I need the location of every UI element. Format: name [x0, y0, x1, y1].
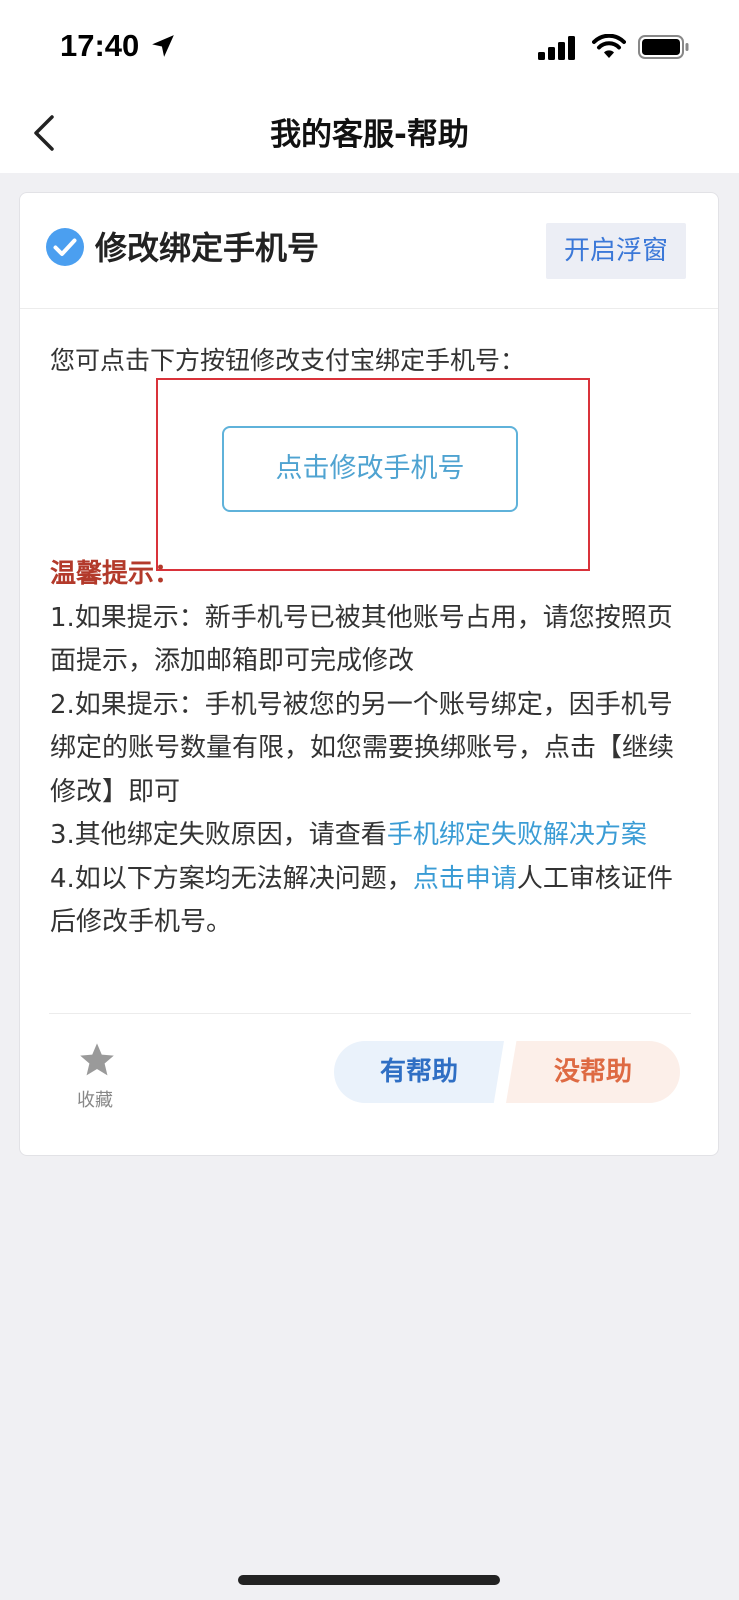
check-circle-icon: [46, 228, 84, 266]
wifi-icon: [592, 34, 626, 58]
home-indicator: [238, 1575, 500, 1585]
tip-3-text: 3.其他绑定失败原因，请查看: [50, 820, 387, 850]
status-bar: 17:40: [0, 0, 739, 95]
tips-title: 温馨提示：: [50, 559, 181, 589]
modify-phone-button[interactable]: 点击修改手机号: [222, 426, 518, 512]
tip-4-text: 4.如以下方案均无法解决问题，: [50, 863, 413, 894]
card-title: 修改绑定手机号: [95, 229, 320, 267]
tips-section: 温馨提示： 1.如果提示：新手机号已被其他账号占用，请您按照页面提示，添加邮箱即…: [50, 553, 690, 945]
battery-icon: [638, 35, 689, 59]
intro-text: 您可点击下方按钮修改支付宝绑定手机号：: [50, 346, 526, 375]
signal-icon: [538, 36, 575, 60]
help-card: 修改绑定手机号 开启浮窗 您可点击下方按钮修改支付宝绑定手机号： 点击修改手机号…: [19, 192, 719, 1156]
helpful-button[interactable]: 有帮助: [334, 1041, 504, 1103]
location-arrow-icon: [152, 35, 174, 57]
open-floating-window-button[interactable]: 开启浮窗: [546, 223, 686, 279]
card-header: 修改绑定手机号 开启浮窗: [20, 193, 718, 309]
not-helpful-button[interactable]: 没帮助: [506, 1041, 680, 1103]
page-title: 我的客服-帮助: [270, 117, 469, 153]
star-icon[interactable]: [78, 1041, 116, 1079]
collect-label: 收藏: [77, 1090, 113, 1111]
tip-4: 4.如以下方案均无法解决问题，点击申请人工审核证件后修改手机号。: [50, 858, 690, 945]
apply-link[interactable]: 点击申请: [413, 864, 517, 894]
divider: [49, 1013, 691, 1014]
status-time: 17:40: [60, 28, 140, 63]
tip-1: 1.如果提示：新手机号已被其他账号占用，请您按照页面提示，添加邮箱即可完成修改: [50, 602, 673, 677]
navigation-bar: 我的客服-帮助: [0, 95, 739, 173]
bind-failure-solution-link[interactable]: 手机绑定失败解决方案: [387, 820, 647, 850]
tip-3: 3.其他绑定失败原因，请查看手机绑定失败解决方案: [50, 814, 690, 858]
tip-2: 2.如果提示：手机号被您的另一个账号绑定，因手机号绑定的账号数量有限，如您需要换…: [50, 689, 675, 807]
